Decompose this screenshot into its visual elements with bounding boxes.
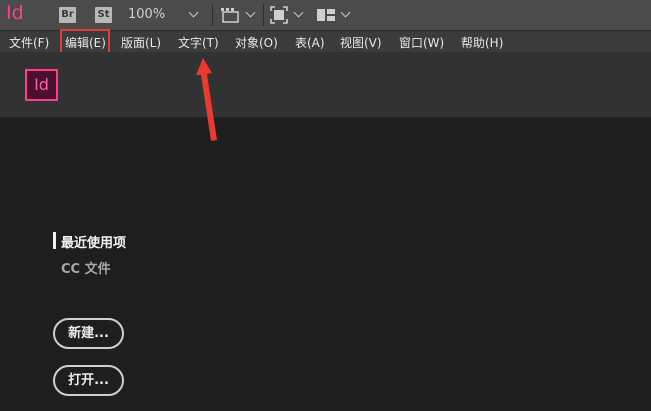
annotation-arrow bbox=[196, 58, 217, 141]
nav-cc-files[interactable]: CC 文件 bbox=[61, 258, 111, 277]
nav-recent[interactable]: 最近使用项 bbox=[61, 232, 126, 251]
nav-active-indicator bbox=[53, 232, 56, 249]
open-button[interactable]: 打开... bbox=[53, 365, 124, 396]
new-button[interactable]: 新建... bbox=[53, 318, 124, 349]
